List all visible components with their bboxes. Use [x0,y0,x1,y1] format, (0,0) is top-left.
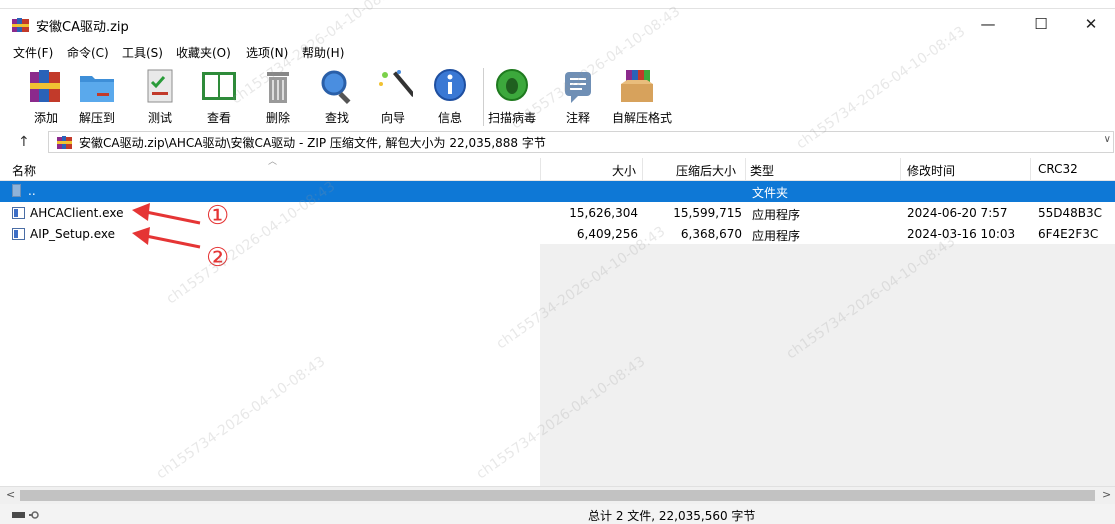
drive-key-icons [12,511,39,519]
callout-arrow-2 [132,227,201,249]
callout-arrow-1 [132,203,201,225]
status-text: 总计 2 文件, 22,035,560 字节 [588,509,756,523]
callout-number-1: ① [206,201,230,231]
scroll-right-icon[interactable]: > [1102,488,1111,501]
status-bar: 总计 2 文件, 22,035,560 字节 [0,504,1115,524]
callout-arrows [132,203,201,249]
scroll-left-icon[interactable]: < [6,488,15,501]
callout-number-2: ② [206,243,230,273]
scroll-thumb[interactable] [20,490,1095,501]
horizontal-scrollbar[interactable]: < > [0,486,1115,504]
